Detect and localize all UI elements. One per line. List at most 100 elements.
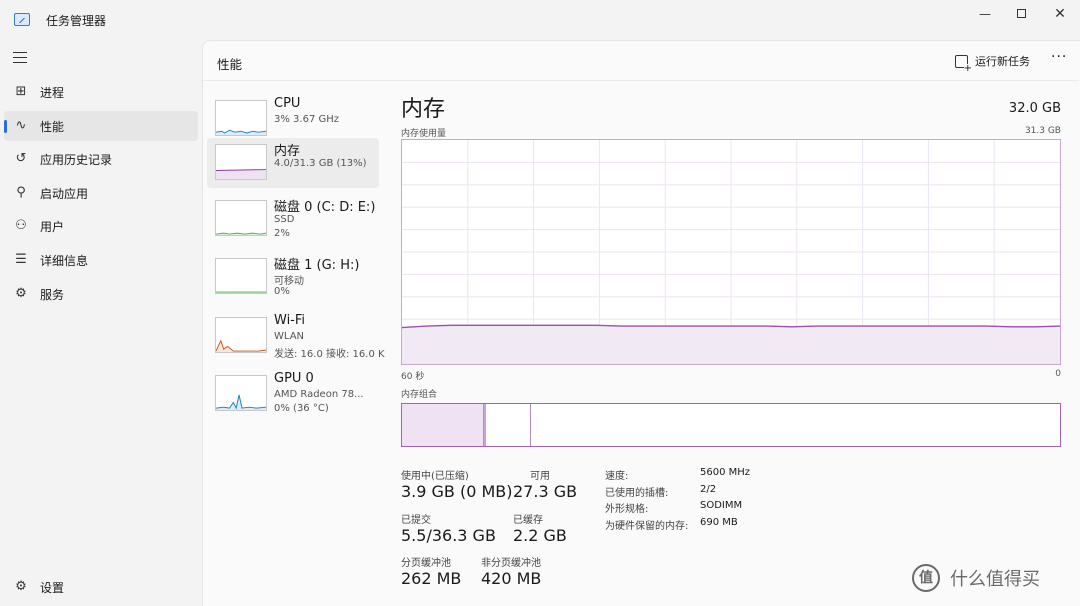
watermark-text: 什么值得买: [950, 569, 1040, 590]
watermark: 值 什么值得买: [912, 564, 1040, 592]
stat-label: 非分页缓冲池: [481, 558, 541, 569]
device-detail: 0% (36 °C): [274, 403, 329, 414]
stat-value: 262 MB: [401, 569, 462, 588]
spec-label: 外形规格:: [605, 504, 649, 515]
device-item[interactable]: GPU 0 AMD Radeon 78... 0% (36 °C): [207, 369, 379, 419]
performance-icon: ∿: [15, 118, 27, 133]
spec-value: 2/2: [700, 483, 717, 495]
device-detail: 2%: [274, 228, 290, 239]
minimize-button[interactable]: —: [970, 6, 1000, 22]
task-manager-icon: [14, 13, 30, 26]
spec-value: 5600 MHz: [700, 467, 751, 478]
device-name: 内存: [274, 144, 301, 159]
device-detail: 4.0/31.3 GB (13%): [274, 158, 367, 169]
history-icon: ↺: [15, 151, 27, 166]
usage-area: [402, 325, 1060, 364]
memory-composition-bar[interactable]: [401, 403, 1061, 447]
nav-item-processes[interactable]: ⊞ 进程: [4, 77, 198, 107]
device-item[interactable]: 内存 4.0/31.3 GB (13%): [207, 138, 379, 188]
nav-item-details[interactable]: ☰ 详细信息: [4, 245, 198, 275]
menu-toggle-button[interactable]: [13, 52, 27, 64]
nav-item-label: 应用历史记录: [40, 153, 113, 167]
nav-item-label: 进程: [40, 86, 65, 100]
device-detail: 发送: 16.0 接收: 16.0 K: [274, 349, 385, 360]
nav-item-users[interactable]: ⚇ 用户: [4, 211, 198, 241]
device-thumbnail-graph: [215, 144, 267, 180]
stat-value: 420 MB: [481, 569, 542, 588]
stat-value: 27.3 GB: [513, 482, 578, 501]
title-bar: 任务管理器 — ✕: [0, 0, 1080, 38]
detail-title: 内存: [401, 97, 446, 122]
users-icon: ⚇: [15, 218, 27, 233]
startup-icon: ⚲: [16, 185, 26, 200]
spec-value: 690 MB: [700, 516, 738, 528]
spec-label: 速度:: [605, 471, 629, 482]
nav-item-startup[interactable]: ⚲ 启动应用: [4, 178, 198, 208]
device-name: Wi-Fi: [274, 313, 306, 328]
nav-item-label: 服务: [40, 288, 65, 302]
services-icon: ⚙: [15, 286, 27, 301]
axis-right-label: 0: [1055, 369, 1061, 379]
maximize-icon: [1016, 9, 1026, 18]
spec-value: SODIMM: [700, 500, 743, 511]
usage-graph-max: 31.3 GB: [1024, 126, 1061, 136]
device-thumbnail-graph: [215, 317, 267, 353]
stat-value: 2.2 GB: [513, 526, 567, 545]
device-item[interactable]: CPU 3% 3.67 GHz: [207, 94, 379, 144]
device-detail: AMD Radeon 78...: [274, 389, 364, 400]
close-button[interactable]: ✕: [1045, 6, 1075, 22]
stat-label: 已缓存: [513, 515, 543, 526]
composition-label: 内存组合: [401, 390, 438, 400]
device-name: CPU: [274, 96, 301, 111]
run-new-task-label: 运行新任务: [975, 55, 1030, 68]
spec-label: 已使用的插槽:: [605, 487, 669, 499]
processes-icon: ⊞: [15, 84, 27, 99]
maximize-button[interactable]: [1006, 6, 1036, 22]
memory-usage-chart: [402, 140, 1060, 364]
stat-value: 5.5/36.3 GB: [401, 526, 496, 545]
nav-item-settings[interactable]: ⚙ 设置: [4, 572, 198, 602]
watermark-logo: 值: [912, 564, 940, 592]
device-name: 磁盘 1 (G: H:): [274, 258, 360, 273]
device-detail: 3% 3.67 GHz: [274, 114, 340, 125]
more-options-button[interactable]: ···: [1051, 49, 1067, 65]
details-icon: ☰: [15, 252, 27, 267]
nav-item-label: 性能: [40, 120, 65, 134]
performance-panel: 性能 运行新任务 ··· CPU3% 3.67 GHz内存4.0/31.3 GB…: [202, 40, 1080, 606]
usage-graph-label: 内存使用量: [401, 129, 447, 139]
nav-item-services[interactable]: ⚙ 服务: [4, 279, 198, 309]
page-title: 性能: [217, 57, 243, 72]
device-item[interactable]: Wi-Fi WLAN 发送: 16.0 接收: 16.0 K: [207, 311, 385, 361]
stat-value: 3.9 GB (0 MB): [401, 482, 513, 501]
nav-item-performance[interactable]: ∿ 性能: [4, 111, 198, 141]
composition-in-use[interactable]: [402, 404, 485, 446]
device-thumbnail-graph: [215, 375, 267, 411]
stat-label: 使用中(已压缩): [401, 471, 469, 482]
nav-item-label: 详细信息: [40, 254, 89, 268]
device-name: 磁盘 0 (C: D: E:): [274, 200, 376, 215]
device-detail: 0%: [274, 286, 290, 297]
nav-item-label: 启动应用: [40, 187, 89, 201]
device-item[interactable]: 磁盘 1 (G: H:) 可移动 0%: [207, 252, 379, 302]
device-thumbnail-graph: [215, 258, 267, 294]
memory-usage-graph: [401, 139, 1061, 365]
stat-label: 可用: [530, 471, 550, 482]
run-new-task-button[interactable]: 运行新任务: [955, 51, 1030, 74]
device-thumbnail-graph: [215, 100, 267, 136]
device-detail: WLAN: [274, 331, 305, 342]
settings-icon: ⚙: [15, 579, 27, 594]
device-detail: 可移动: [274, 276, 304, 287]
device-item[interactable]: 磁盘 0 (C: D: E:) SSD 2%: [207, 194, 379, 244]
stat-label: 已提交: [401, 515, 431, 526]
window-title: 任务管理器: [46, 14, 107, 28]
axis-left-label: 60 秒: [401, 372, 425, 382]
nav-item-label: 设置: [40, 581, 65, 595]
composition-standby[interactable]: [486, 404, 532, 446]
device-name: GPU 0: [274, 371, 314, 386]
spec-label: 为硬件保留的内存:: [605, 520, 689, 532]
nav-item-app-history[interactable]: ↺ 应用历史记录: [4, 144, 198, 174]
total-memory: 32.0 GB: [1008, 101, 1061, 116]
stat-label: 分页缓冲池: [401, 558, 451, 569]
new-task-icon: [955, 54, 972, 74]
header-divider: [203, 80, 1079, 81]
